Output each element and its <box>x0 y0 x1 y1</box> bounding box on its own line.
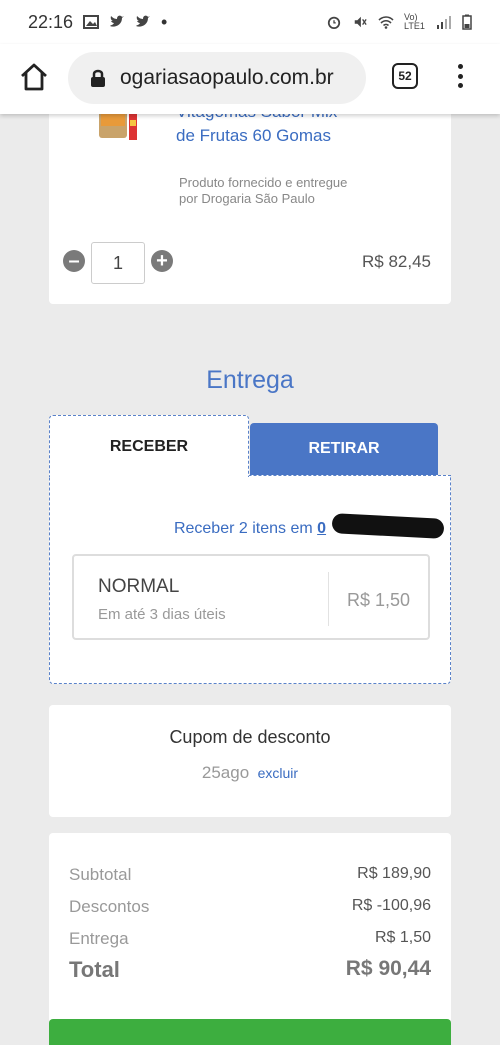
summary-shipping: Entrega R$ 1,50 <box>69 929 431 949</box>
shipping-price: R$ 1,50 <box>346 590 410 610</box>
total-value: R$ 90,44 <box>345 957 431 980</box>
twitter-icon-2 <box>136 15 151 27</box>
overflow-menu-icon[interactable] <box>452 61 468 91</box>
home-icon[interactable] <box>18 61 50 93</box>
summary-discount: Descontos R$ -100,96 <box>69 897 431 917</box>
mute-icon <box>354 16 367 28</box>
notification-dot: • <box>161 11 168 32</box>
coupon-code: 25ago <box>201 763 250 782</box>
increase-quantity-icon[interactable]: + <box>151 250 173 272</box>
checkout-button[interactable] <box>49 1019 451 1045</box>
total-label: Total <box>69 957 120 982</box>
battery-icon <box>462 14 472 30</box>
divider <box>328 572 329 626</box>
alarm-icon <box>327 16 341 29</box>
tab-pickup[interactable]: RETIRAR <box>250 423 438 475</box>
cep-link[interactable]: 0 <box>317 520 326 537</box>
quantity-input[interactable]: 1 <box>91 242 145 284</box>
shipping-label: Entrega <box>69 929 129 948</box>
order-summary: Subtotal R$ 189,90 Descontos R$ -100,96 … <box>49 833 451 1023</box>
wifi-icon <box>378 16 394 29</box>
subtotal-label: Subtotal <box>69 865 132 884</box>
status-time: 22:16 <box>28 11 74 32</box>
cart-item-card: Vitagomas Sabor Mix de Frutas 60 Gomas P… <box>49 100 451 304</box>
delivery-panel: Receber 2 itens em 0 NORMAL Em até 3 dia… <box>49 475 451 684</box>
coupon-title: Cupom de desconto <box>169 727 331 747</box>
shipping-name: NORMAL <box>98 576 180 597</box>
subtotal-value: R$ 189,90 <box>357 865 431 882</box>
receive-text: Receber 2 itens em <box>173 520 313 537</box>
shipping-time: Em até 3 dias úteis <box>98 606 226 623</box>
discount-value: R$ -100,96 <box>351 897 431 914</box>
tab-receive[interactable]: RECEBER <box>49 415 249 477</box>
coupon-row: 25ago excluir <box>49 763 451 783</box>
remove-coupon-link[interactable]: excluir <box>258 765 298 781</box>
address-bar[interactable]: ogariasaopaulo.com.br <box>68 52 366 104</box>
status-bar: 22:16 • Vo) LTE1 <box>0 0 500 44</box>
product-price: R$ 82,45 <box>362 252 431 271</box>
product-supplier: Produto fornecido e entregue por Drogari… <box>179 175 348 206</box>
url-text: ogariasaopaulo.com.br <box>120 66 334 89</box>
network-label: Vo) LTE1 <box>404 12 425 31</box>
shipping-option-normal[interactable]: NORMAL Em até 3 dias úteis R$ 1,50 <box>72 554 430 640</box>
coupon-card: Cupom de desconto 25ago excluir <box>49 705 451 817</box>
browser-toolbar: ogariasaopaulo.com.br 52 <box>0 44 500 114</box>
twitter-icon <box>110 15 125 27</box>
signal-icon <box>437 16 451 29</box>
summary-total: Total R$ 90,44 <box>69 957 431 983</box>
delivery-title: Entrega <box>206 366 294 394</box>
discount-label: Descontos <box>69 897 150 916</box>
tab-switcher-button[interactable]: 52 <box>392 63 418 89</box>
lock-icon <box>91 69 105 87</box>
decrease-quantity-icon[interactable]: – <box>63 250 85 272</box>
gallery-icon <box>83 15 100 29</box>
shipping-value: R$ 1,50 <box>374 929 431 946</box>
summary-subtotal: Subtotal R$ 189,90 <box>69 865 431 885</box>
